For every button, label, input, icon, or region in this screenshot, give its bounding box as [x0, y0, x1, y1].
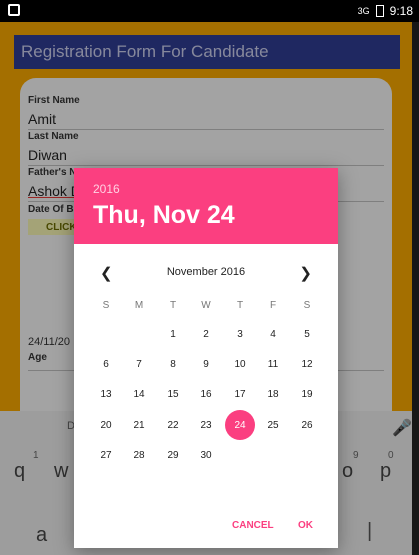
calendar-day[interactable]: 28 — [124, 440, 154, 470]
calendar-day[interactable]: 7 — [124, 349, 154, 379]
clock: 9:18 — [389, 4, 413, 18]
calendar-day[interactable]: 21 — [124, 410, 154, 440]
selected-date-label[interactable]: Thu, Nov 24 — [93, 201, 235, 230]
network-indicator: 3G — [357, 6, 370, 16]
chevron-left-icon[interactable]: ❮ — [100, 264, 113, 282]
calendar-day[interactable]: 9 — [191, 349, 221, 379]
ok-button[interactable]: OK — [298, 520, 313, 531]
calendar-day[interactable]: 12 — [292, 349, 322, 379]
calendar-day[interactable]: 30 — [191, 440, 221, 470]
notification-icon — [8, 4, 20, 16]
weekday-header: S — [102, 299, 110, 311]
calendar-day[interactable]: 3 — [225, 319, 255, 349]
status-bar: 3G 9:18 — [0, 0, 419, 22]
battery-icon — [375, 5, 384, 17]
calendar-day[interactable]: 26 — [292, 410, 322, 440]
calendar-day[interactable]: 6 — [91, 349, 121, 379]
weekday-header: S — [303, 299, 311, 311]
calendar-day[interactable]: 27 — [91, 440, 121, 470]
weekday-header: W — [201, 299, 211, 311]
calendar-day[interactable]: 23 — [191, 410, 221, 440]
chevron-right-icon[interactable]: ❯ — [299, 264, 312, 282]
dialog-buttons: CANCEL OK — [74, 518, 338, 538]
calendar-day[interactable]: 5 — [292, 319, 322, 349]
calendar-day[interactable]: 14 — [124, 379, 154, 409]
date-picker-header: 2016 Thu, Nov 24 — [74, 168, 338, 244]
calendar-day[interactable]: 15 — [158, 379, 188, 409]
calendar-day[interactable]: 29 — [158, 440, 188, 470]
cancel-button[interactable]: CANCEL — [232, 520, 274, 531]
calendar-day[interactable]: 16 — [191, 379, 221, 409]
calendar-day-selected[interactable]: 24 — [225, 410, 255, 440]
calendar-day[interactable]: 2 — [191, 319, 221, 349]
calendar-day[interactable]: 13 — [91, 379, 121, 409]
calendar-day[interactable]: 20 — [91, 410, 121, 440]
month-navigation: November 2016 ❮ ❯ — [74, 263, 338, 283]
calendar-day[interactable]: 19 — [292, 379, 322, 409]
calendar-day[interactable]: 1 — [158, 319, 188, 349]
date-picker-dialog: 2016 Thu, Nov 24 November 2016 ❮ ❯ SMTWT… — [74, 168, 338, 548]
calendar-day[interactable]: 10 — [225, 349, 255, 379]
calendar-day[interactable]: 22 — [158, 410, 188, 440]
calendar-day[interactable]: 11 — [258, 349, 288, 379]
calendar-day[interactable]: 17 — [225, 379, 255, 409]
calendar-day[interactable]: 8 — [158, 349, 188, 379]
weekday-header: F — [269, 299, 277, 311]
weekday-header: T — [236, 299, 244, 311]
year-label[interactable]: 2016 — [93, 182, 120, 196]
weekday-header: M — [134, 299, 144, 311]
calendar-day[interactable]: 25 — [258, 410, 288, 440]
month-label: November 2016 — [166, 266, 246, 278]
status-right: 3G 9:18 — [358, 4, 413, 18]
weekday-header: T — [169, 299, 177, 311]
calendar-day[interactable]: 4 — [258, 319, 288, 349]
calendar-day[interactable]: 18 — [258, 379, 288, 409]
